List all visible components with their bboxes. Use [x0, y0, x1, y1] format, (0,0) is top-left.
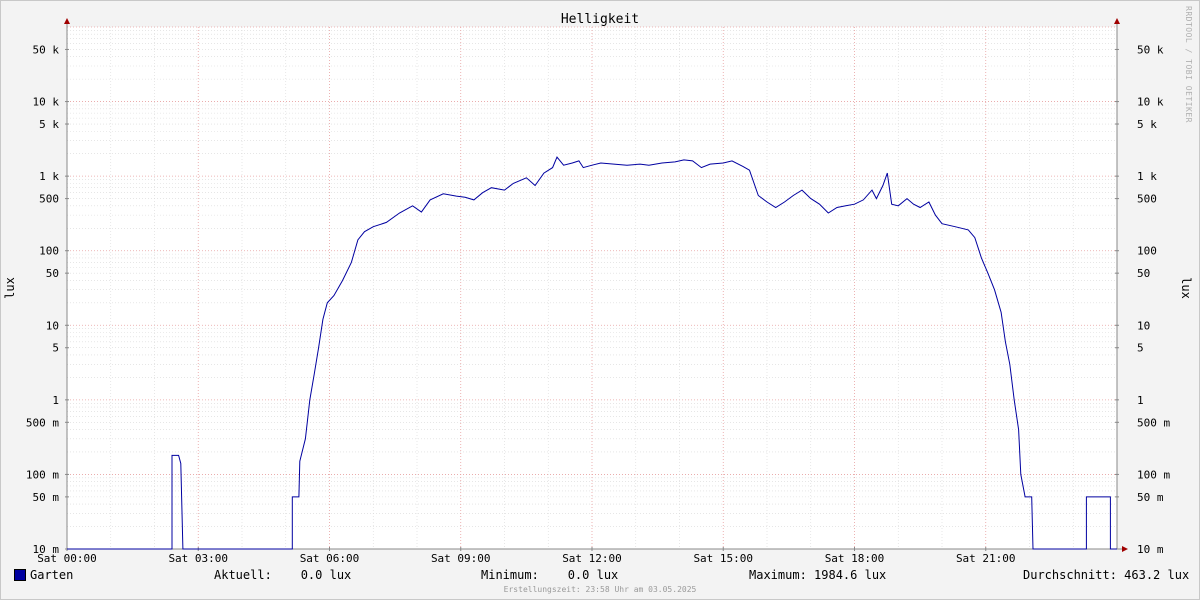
y-tick-label-left: 5	[52, 342, 59, 355]
y-tick-label-left: 50	[46, 267, 59, 280]
legend-durchschnitt: Durchschnitt: 463.2 lux	[1023, 568, 1190, 582]
y-tick-label-left: 100	[39, 245, 59, 258]
x-axis-ticks: Sat 00:00 Sat 03:00 Sat 06:00 Sat 09:00 Sat …	[37, 547, 1016, 565]
chart-svg: Helligkeit 10 m 50 m 100 m 500 m 1 5 10 50 100 50…	[3, 12, 1193, 565]
y-tick-label-left: 5 k	[39, 118, 59, 131]
y-tick-label-right: 1	[1137, 394, 1144, 407]
y-tick-label-right: 5 k	[1137, 118, 1157, 131]
y-tick-label-left: 10 k	[33, 96, 60, 109]
x-tick-label: Sat 06:00	[300, 552, 360, 565]
grid	[67, 26, 1117, 550]
x-tick-label: Sat 12:00	[562, 552, 622, 565]
y-axis-label-right: lux	[1179, 277, 1193, 299]
y-tick-label-right: 500 m	[1137, 416, 1170, 429]
x-tick-label: Sat 00:00	[37, 552, 97, 565]
y-tick-label-right: 50 k	[1137, 43, 1164, 56]
y-tick-label-left: 50 k	[33, 43, 60, 56]
y-tick-label-right: 100	[1137, 245, 1157, 258]
y-axis-left-arrow	[64, 18, 70, 24]
y-tick-label-right: 5	[1137, 342, 1144, 355]
x-tick-label: Sat 09:00	[431, 552, 491, 565]
legend-maximum: Maximum: 1984.6 lux	[749, 568, 887, 582]
x-axis-arrow	[1122, 546, 1128, 552]
y-tick-label-left: 100 m	[26, 468, 59, 481]
y-axis-left-ticks: 10 m50 m100 m500 m1510501005001 k5 k10 k…	[26, 43, 69, 556]
y-axis-label-left: lux	[3, 277, 17, 299]
rrdtool-watermark: RRDTOOL / TOBI OETIKER	[1184, 6, 1193, 123]
y-tick-label-right: 1 k	[1137, 170, 1157, 183]
y-tick-label-right: 10	[1137, 319, 1150, 332]
legend-aktuell: Aktuell: 0.0 lux	[214, 568, 352, 582]
legend-swatch-garten	[14, 569, 26, 581]
y-tick-label-right: 500	[1137, 193, 1157, 206]
y-axis-right-arrow	[1114, 18, 1120, 24]
y-tick-label-right: 10 m	[1137, 543, 1164, 556]
y-tick-label-left: 1	[52, 394, 59, 407]
y-tick-label-left: 10	[46, 319, 59, 332]
y-tick-label-right: 50	[1137, 267, 1150, 280]
y-tick-label-left: 500	[39, 193, 59, 206]
y-tick-label-right: 100 m	[1137, 468, 1170, 481]
y-tick-label-left: 1 k	[39, 170, 59, 183]
x-tick-label: Sat 21:00	[956, 552, 1016, 565]
legend-minimum: Minimum: 0.0 lux	[481, 568, 619, 582]
x-tick-label: Sat 18:00	[825, 552, 885, 565]
y-tick-label-left: 50 m	[33, 491, 60, 504]
footer-timestamp: Erstellungszeit: 23:58 Uhr am 03.05.2025	[503, 585, 697, 594]
legend-series-label: Garten	[30, 568, 74, 582]
y-tick-label-left: 500 m	[26, 416, 59, 429]
x-tick-label: Sat 03:00	[168, 552, 228, 565]
chart-title: Helligkeit	[561, 12, 639, 27]
x-tick-label: Sat 15:00	[693, 552, 753, 565]
y-tick-label-right: 50 m	[1137, 491, 1164, 504]
y-axis-right-ticks: 10 m 50 m 100 m 500 m 1 5 10 50 100 500 1 k 5 k 10 k…	[1115, 43, 1170, 556]
y-tick-label-right: 10 k	[1137, 96, 1164, 109]
